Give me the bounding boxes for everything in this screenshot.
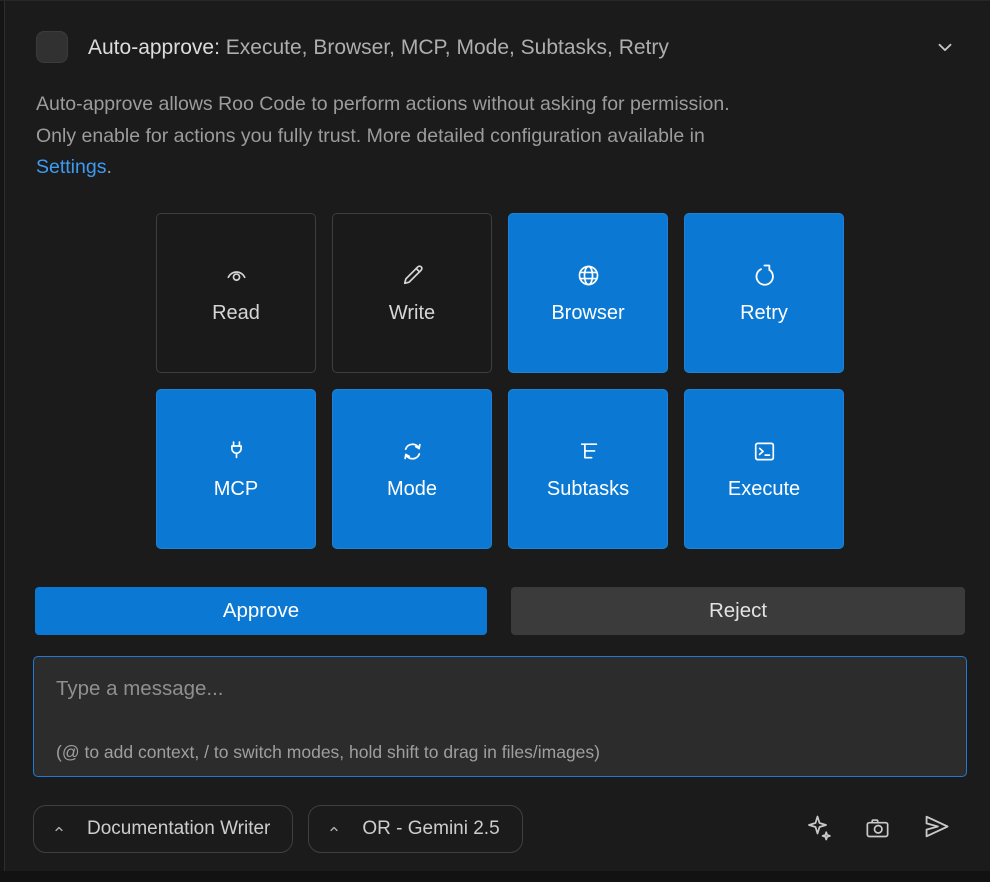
toggle-label: Read	[212, 302, 260, 325]
reject-button[interactable]: Reject	[511, 587, 965, 635]
chevron-up-icon	[51, 821, 67, 837]
settings-link[interactable]: Settings	[36, 156, 106, 178]
model-selector[interactable]: OR - Gemini 2.5	[308, 805, 522, 853]
toggle-label: Browser	[551, 302, 624, 325]
globe-icon	[575, 262, 602, 289]
toggle-label: Retry	[740, 302, 788, 325]
toggle-mode[interactable]: Mode	[332, 389, 492, 549]
auto-approve-toggle-grid: Read Write Browser	[156, 213, 844, 549]
enhance-prompt-button[interactable]	[802, 813, 834, 845]
auto-approve-title: Auto-approve: Execute, Browser, MCP, Mod…	[88, 33, 669, 63]
model-selector-label: OR - Gemini 2.5	[362, 818, 499, 840]
toggle-label: MCP	[214, 478, 258, 501]
toggle-label: Mode	[387, 478, 437, 501]
refresh-icon	[751, 262, 778, 289]
auto-approve-description: Auto-approve allows Roo Code to perform …	[36, 89, 956, 184]
list-tree-icon	[575, 438, 602, 465]
toggle-retry[interactable]: Retry	[684, 213, 844, 373]
panel-left-edge	[0, 1, 5, 882]
send-button[interactable]	[920, 812, 952, 844]
camera-icon	[863, 814, 892, 846]
toggle-subtasks[interactable]: Subtasks	[508, 389, 668, 549]
auto-approve-summary: Execute, Browser, MCP, Mode, Subtasks, R…	[226, 36, 669, 59]
toggle-label: Subtasks	[547, 478, 629, 501]
toggle-mcp[interactable]: MCP	[156, 389, 316, 549]
pencil-icon	[399, 262, 426, 289]
description-line-3: Settings.	[36, 152, 956, 184]
toggle-write[interactable]: Write	[332, 213, 492, 373]
description-suffix: .	[106, 156, 111, 178]
toggle-label: Write	[389, 302, 435, 325]
send-icon	[921, 811, 952, 845]
terminal-icon	[751, 438, 778, 465]
approve-button[interactable]: Approve	[35, 587, 487, 635]
message-input[interactable]	[34, 657, 966, 776]
toggle-label: Execute	[728, 478, 800, 501]
chevron-up-icon	[326, 821, 342, 837]
description-line-2: Only enable for actions you fully trust.…	[36, 121, 956, 153]
message-composer: (@ to add context, / to switch modes, ho…	[33, 656, 967, 777]
description-line-1: Auto-approve allows Roo Code to perform …	[36, 89, 956, 121]
toggle-execute[interactable]: Execute	[684, 389, 844, 549]
chevron-down-icon[interactable]	[930, 32, 960, 62]
toggle-browser[interactable]: Browser	[508, 213, 668, 373]
plug-icon	[223, 438, 250, 465]
eye-icon	[223, 262, 250, 289]
sparkle-icon	[803, 813, 833, 846]
auto-approve-checkbox[interactable]	[36, 31, 68, 63]
screenshot-button[interactable]	[861, 814, 893, 846]
auto-approve-panel: Auto-approve: Execute, Browser, MCP, Mod…	[0, 0, 990, 882]
footer-selectors: Documentation Writer OR - Gemini 2.5	[33, 805, 523, 853]
panel-bottom-edge	[0, 871, 990, 882]
sync-icon	[399, 438, 426, 465]
toggle-read[interactable]: Read	[156, 213, 316, 373]
auto-approve-label: Auto-approve:	[88, 36, 220, 59]
mode-selector-label: Documentation Writer	[87, 818, 270, 840]
mode-selector[interactable]: Documentation Writer	[33, 805, 293, 853]
